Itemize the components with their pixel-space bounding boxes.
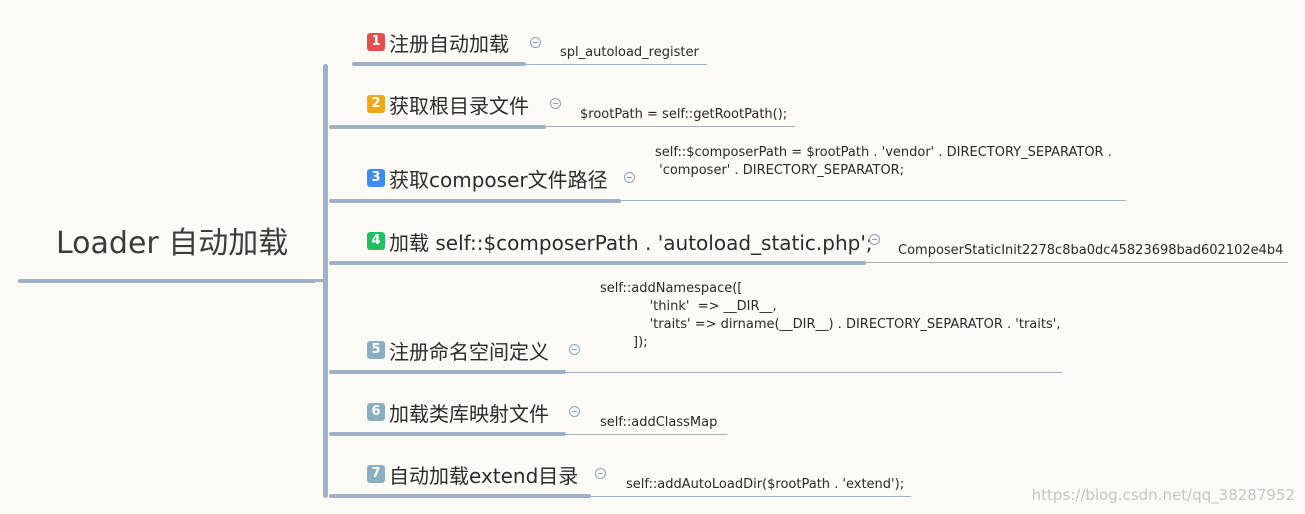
topic-1-note-underline xyxy=(526,64,707,65)
topic-label: 自动加载extend目录 xyxy=(389,463,579,488)
topic-1-note: spl_autoload_register xyxy=(560,45,699,60)
topic-2-note: $rootPath = self::getRootPath(); xyxy=(580,107,788,122)
topic-label: 注册自动加载 xyxy=(389,31,509,56)
topic-1-underline xyxy=(352,62,526,66)
topic-label: 注册命名空间定义 xyxy=(389,339,549,364)
topic-1[interactable]: 1 注册自动加载 xyxy=(367,27,509,57)
topic-4-note: ComposerStaticInit2278c8ba0dc45823698bad… xyxy=(898,243,1284,258)
topic-6[interactable]: 6 加载类库映射文件 xyxy=(367,397,549,427)
topic-5-underline xyxy=(329,370,566,374)
topic-4-underline xyxy=(329,261,866,265)
topic-4[interactable]: 4 加载 self::$composerPath . 'autoload_sta… xyxy=(367,226,873,256)
topic-6-underline xyxy=(329,432,566,436)
topic-2[interactable]: 2 获取根目录文件 xyxy=(367,89,529,119)
topic-7[interactable]: 7 自动加载extend目录 xyxy=(367,459,578,489)
topic-number-badge: 5 xyxy=(367,341,385,359)
root-topic-underline xyxy=(18,279,316,283)
topic-3-note: self::$composerPath = $rootPath . 'vendo… xyxy=(655,145,1112,178)
root-topic-label[interactable]: Loader 自动加载 xyxy=(56,222,288,266)
collapse-icon[interactable] xyxy=(569,344,580,355)
collapse-icon[interactable] xyxy=(869,234,880,245)
topic-number-badge: 6 xyxy=(367,403,385,421)
topic-6-note: self::addClassMap xyxy=(600,415,718,430)
topic-4-note-underline xyxy=(866,262,1288,263)
topic-5[interactable]: 5 注册命名空间定义 xyxy=(367,335,549,365)
topic-7-underline xyxy=(329,494,591,498)
topic-number-badge: 1 xyxy=(367,33,385,51)
branch-spine xyxy=(323,64,328,498)
watermark: https://blog.csdn.net/qq_38287952 xyxy=(1031,486,1295,504)
topic-2-note-underline xyxy=(546,126,795,127)
topic-6-note-underline xyxy=(566,434,727,435)
topic-number-badge: 3 xyxy=(367,169,385,187)
topic-number-badge: 7 xyxy=(367,465,385,483)
topic-5-note-underline xyxy=(566,372,1062,373)
topic-7-note-underline xyxy=(591,496,911,497)
collapse-icon[interactable] xyxy=(530,37,541,48)
topic-2-underline xyxy=(329,125,546,129)
topic-7-note: self::addAutoLoadDir($rootPath . 'extend… xyxy=(626,477,905,492)
collapse-icon[interactable] xyxy=(595,468,606,479)
topic-label: 获取根目录文件 xyxy=(389,93,529,118)
collapse-icon[interactable] xyxy=(550,98,561,109)
topic-3[interactable]: 3 获取composer文件路径 xyxy=(367,163,608,193)
topic-label: 加载 self::$composerPath . 'autoload_stati… xyxy=(389,230,873,255)
topic-label: 获取composer文件路径 xyxy=(389,167,608,192)
topic-number-badge: 4 xyxy=(367,232,385,250)
topic-number-badge: 2 xyxy=(367,95,385,113)
collapse-icon[interactable] xyxy=(569,406,580,417)
collapse-icon[interactable] xyxy=(624,172,635,183)
topic-3-underline xyxy=(329,199,621,203)
topic-5-note: self::addNamespace([ 'think' => __DIR__,… xyxy=(600,281,1061,350)
topic-label: 加载类库映射文件 xyxy=(389,401,549,426)
topic-3-note-underline xyxy=(621,200,1126,201)
